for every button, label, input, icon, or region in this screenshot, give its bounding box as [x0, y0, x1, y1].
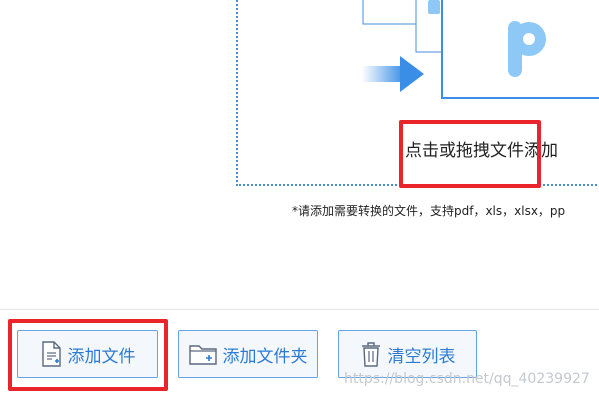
- add-folder-button[interactable]: 添加文件夹: [178, 330, 318, 378]
- back-document-icon: [362, 0, 420, 25]
- supported-formats-hint: *请添加需要转换的文件，支持pdf，xls，xlsx，pp: [292, 204, 566, 218]
- folder-add-icon: [188, 343, 217, 365]
- drop-illustration: [362, 0, 599, 99]
- watermark: https://blog.csdn.net/qq_40239927: [344, 371, 590, 387]
- add-folder-label: 添加文件夹: [222, 346, 308, 367]
- trash-icon: [360, 341, 382, 367]
- arrow-right-icon: [362, 56, 424, 92]
- toolbar-divider: [0, 309, 599, 310]
- clear-list-label: 清空列表: [387, 346, 456, 367]
- drop-label-highlight: [399, 120, 541, 188]
- add-file-highlight: [8, 319, 168, 391]
